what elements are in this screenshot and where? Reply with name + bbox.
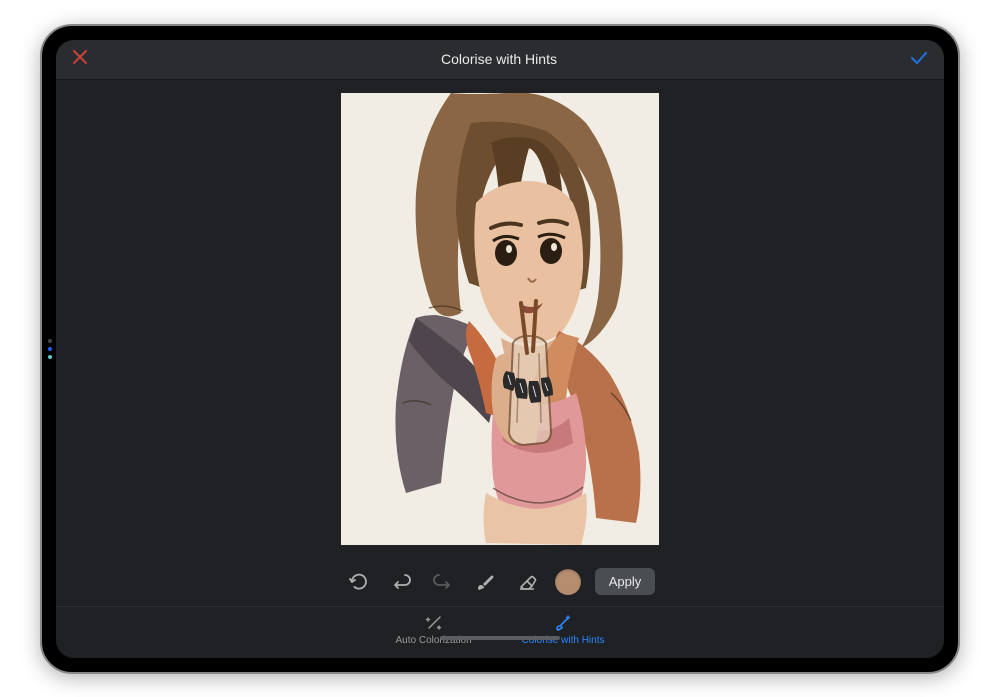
reset-icon[interactable] — [345, 568, 373, 596]
brush-icon[interactable] — [471, 568, 499, 596]
wand-icon — [425, 613, 443, 633]
header-bar: Colorise with Hints — [56, 40, 944, 80]
tab-colorise-with-hints[interactable]: Colorise with Hints — [522, 613, 605, 646]
confirm-button[interactable] — [910, 49, 928, 70]
artwork-canvas[interactable] — [341, 93, 659, 545]
tool-bar: Apply — [56, 558, 944, 606]
mode-tabs: Auto Colorization Colorise with Hints — [56, 606, 944, 658]
brush-sparkle-icon — [554, 613, 572, 633]
tab-auto-colorization[interactable]: Auto Colorization — [396, 613, 472, 646]
undo-icon[interactable] — [387, 568, 415, 596]
redo-icon — [429, 568, 457, 596]
apply-button[interactable]: Apply — [595, 568, 656, 595]
close-button[interactable] — [72, 48, 88, 71]
color-picker-swatch[interactable] — [555, 569, 581, 595]
eraser-icon[interactable] — [513, 568, 541, 596]
canvas-area[interactable] — [56, 80, 944, 558]
home-indicator[interactable] — [440, 636, 560, 640]
tablet-device-frame: Colorise with Hints — [40, 24, 960, 674]
app-screen: Colorise with Hints — [56, 40, 944, 658]
page-title: Colorise with Hints — [441, 51, 557, 67]
